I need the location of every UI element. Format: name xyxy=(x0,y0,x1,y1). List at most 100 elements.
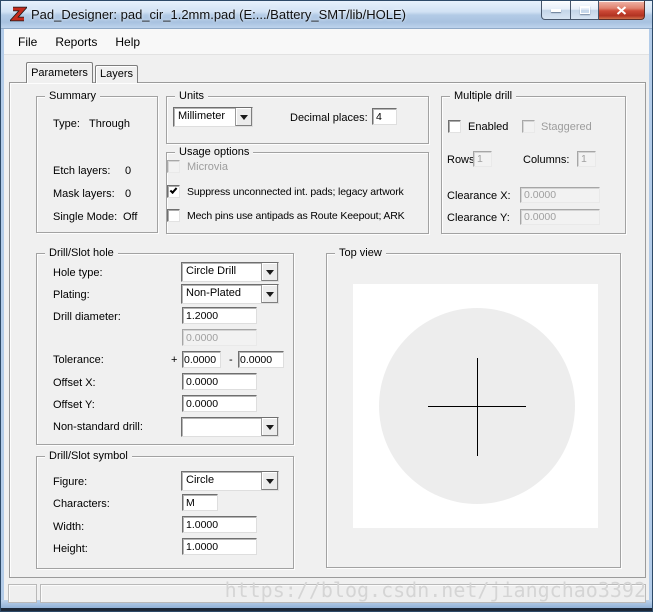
non-standard-drill-combobox-dropdown-button[interactable] xyxy=(261,418,278,436)
etch-layers-label: Etch layers: xyxy=(53,165,111,177)
close-button[interactable] xyxy=(599,1,645,20)
symbol-width-label: Width: xyxy=(53,521,85,533)
window-controls xyxy=(541,1,645,20)
etch-layers-value: 0 xyxy=(125,165,132,177)
maximize-icon xyxy=(579,6,590,14)
tolerance-plus-input[interactable] xyxy=(182,351,221,368)
tolerance-label: Tolerance: xyxy=(53,354,104,366)
offset-x-input[interactable] xyxy=(182,373,257,390)
drill-diameter-secondary-input xyxy=(182,329,257,346)
hole-type-combobox-value: Circle Drill xyxy=(186,265,237,277)
microvia-checkbox xyxy=(167,160,180,173)
summary-group-title: Summary xyxy=(45,89,101,104)
window-frame-left xyxy=(1,29,4,600)
offset-x-label: Offset X: xyxy=(53,377,96,389)
chevron-down-icon xyxy=(266,424,274,430)
tolerance-plus-sign: + xyxy=(171,354,178,366)
usage-options-group-title: Usage options xyxy=(175,145,254,160)
units-combobox-dropdown-button[interactable] xyxy=(235,108,252,126)
single-mode-label: Single Mode: xyxy=(53,211,118,223)
microvia-label: Microvia xyxy=(187,161,228,173)
figure-combobox-value: Circle xyxy=(186,474,215,486)
drill-diameter-label: Drill diameter: xyxy=(53,311,121,323)
maximize-button[interactable] xyxy=(571,1,599,20)
window-title: Pad_Designer: pad_cir_1.2mm.pad (E:.../B… xyxy=(31,7,406,22)
symbol-height-input[interactable] xyxy=(182,538,257,555)
mask-layers-value: 0 xyxy=(125,188,132,200)
suppress-unconnected-label: Suppress unconnected int. pads; legacy a… xyxy=(187,186,404,198)
mech-pins-checkbox[interactable] xyxy=(167,209,180,222)
menu-file[interactable]: File xyxy=(9,32,46,52)
drill-diameter-input[interactable] xyxy=(182,307,257,324)
minimize-button[interactable] xyxy=(541,1,571,20)
titlebar: Pad_Designer: pad_cir_1.2mm.pad (E:.../B… xyxy=(1,1,652,29)
hole-type-combobox-dropdown-button[interactable] xyxy=(261,263,278,281)
tab-layers[interactable]: Layers xyxy=(95,65,138,83)
chevron-down-icon xyxy=(266,291,274,297)
decimal-places-input[interactable] xyxy=(372,108,397,125)
pad-designer-window: Pad_Designer: pad_cir_1.2mm.pad (E:.../B… xyxy=(0,0,653,612)
type-value: Through xyxy=(89,118,130,130)
clearance-y-input xyxy=(520,209,600,225)
staggered-label: Staggered xyxy=(541,121,592,133)
characters-input[interactable] xyxy=(182,494,218,511)
enabled-checkbox[interactable] xyxy=(448,120,461,133)
offset-y-input[interactable] xyxy=(182,395,257,412)
plating-combobox-dropdown-button[interactable] xyxy=(261,285,278,303)
statusbar-message-cell xyxy=(40,584,646,603)
non-standard-drill-combobox-value xyxy=(182,418,261,436)
tolerance-minus-sign: - xyxy=(229,354,233,366)
single-mode-value: Off xyxy=(123,211,138,223)
units-group-title: Units xyxy=(175,89,209,104)
mask-layers-label: Mask layers: xyxy=(53,188,115,200)
figure-combobox[interactable]: Circle xyxy=(181,471,279,491)
clearance-x-input xyxy=(520,187,600,203)
enabled-label: Enabled xyxy=(468,121,509,133)
plating-label: Plating: xyxy=(53,289,90,301)
suppress-unconnected-checkbox[interactable] xyxy=(167,185,180,198)
hole-type-label: Hole type: xyxy=(53,267,103,279)
non-standard-drill-combobox[interactable] xyxy=(181,417,279,437)
non-standard-drill-label: Non-standard drill: xyxy=(53,421,143,433)
symbol-width-input[interactable] xyxy=(182,516,257,533)
drill-slot-symbol-group-title: Drill/Slot symbol xyxy=(45,449,132,464)
check-icon xyxy=(169,186,178,194)
decimal-places-label: Decimal places: xyxy=(290,112,368,124)
menu-help[interactable]: Help xyxy=(106,32,149,52)
figure-label: Figure: xyxy=(53,476,88,488)
columns-input xyxy=(577,151,596,167)
tab-parameters[interactable]: Parameters xyxy=(26,62,93,83)
clearance-y-label: Clearance Y: xyxy=(447,212,510,224)
menubar: File Reports Help xyxy=(4,29,649,55)
rows-input xyxy=(473,151,492,167)
multiple-drill-group-title: Multiple drill xyxy=(450,89,517,104)
chevron-down-icon xyxy=(266,478,274,484)
pad-preview-canvas xyxy=(353,284,598,528)
window-frame-right xyxy=(649,29,652,600)
plating-combobox-value: Non-Plated xyxy=(186,287,242,299)
units-combobox-value: Millimeter xyxy=(178,110,226,122)
chevron-down-icon xyxy=(240,114,248,120)
symbol-height-label: Height: xyxy=(53,543,88,555)
plating-combobox[interactable]: Non-Plated xyxy=(181,284,279,304)
characters-label: Characters: xyxy=(53,498,110,510)
app-icon xyxy=(10,6,27,22)
figure-combobox-dropdown-button[interactable] xyxy=(261,472,278,490)
hole-type-combobox[interactable]: Circle Drill xyxy=(181,262,279,282)
menu-reports[interactable]: Reports xyxy=(46,32,106,52)
staggered-checkbox xyxy=(522,120,535,133)
mech-pins-label: Mech pins use antipads as Route Keepout;… xyxy=(187,210,405,222)
tolerance-minus-input[interactable] xyxy=(238,351,284,368)
offset-y-label: Offset Y: xyxy=(53,399,95,411)
top-view-group-title: Top view xyxy=(335,246,386,261)
chevron-down-icon xyxy=(266,269,274,275)
minimize-icon xyxy=(551,8,561,12)
type-label: Type: xyxy=(53,118,80,130)
crosshair-vertical-line xyxy=(477,358,478,456)
drill-slot-hole-group-title: Drill/Slot hole xyxy=(45,246,118,261)
close-icon xyxy=(616,5,627,15)
clearance-x-label: Clearance X: xyxy=(447,190,511,202)
columns-label: Columns: xyxy=(523,154,570,166)
statusbar-left-cell xyxy=(8,584,37,603)
units-combobox[interactable]: Millimeter xyxy=(173,107,253,127)
